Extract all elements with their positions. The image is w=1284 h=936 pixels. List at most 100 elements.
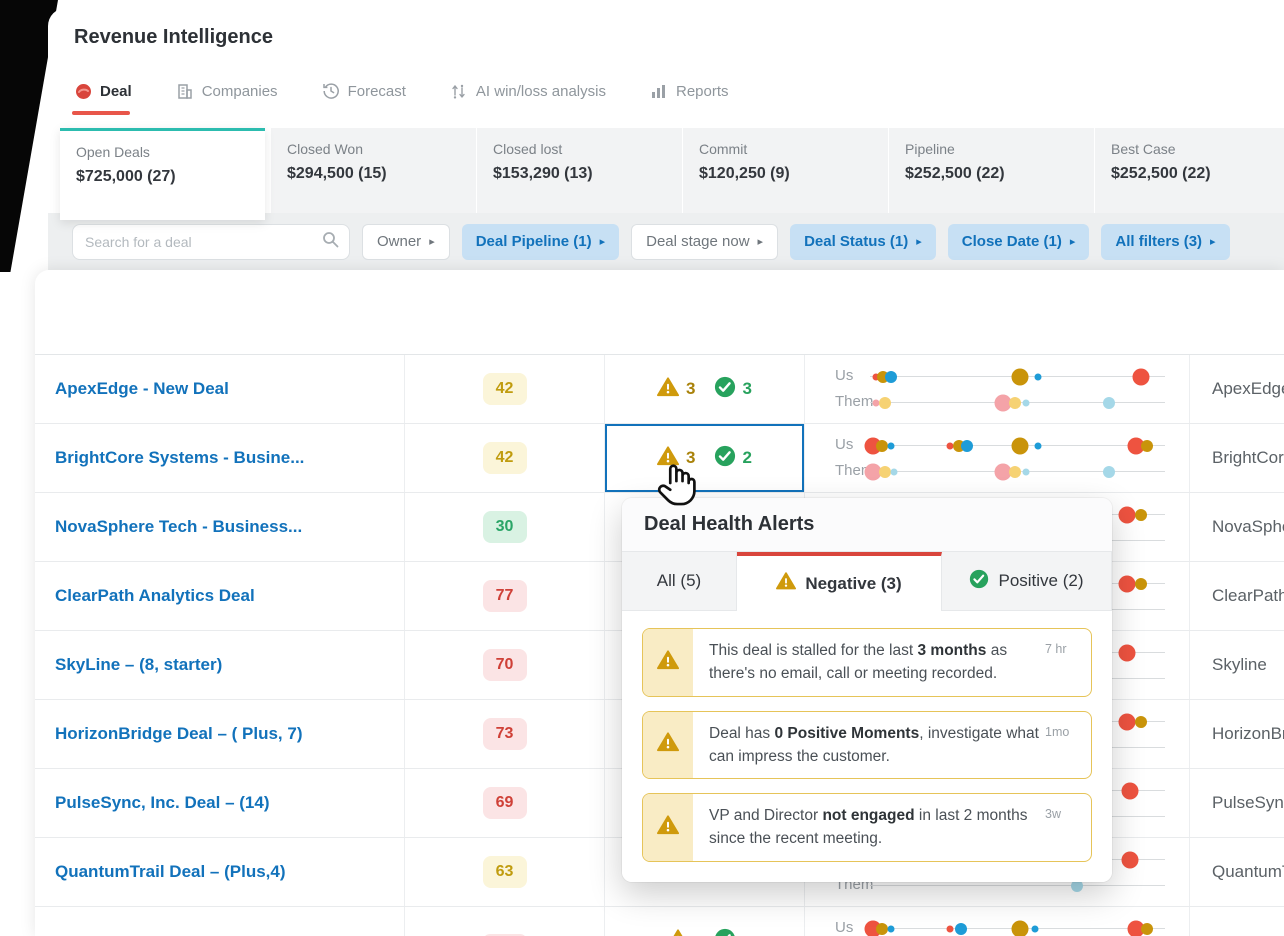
- engagement-dot: [1070, 880, 1083, 892]
- risk-score-badge: 63: [482, 856, 527, 888]
- filter-pill-deal-pipeline-1-[interactable]: Deal Pipeline (1) ▸: [461, 223, 620, 260]
- card-label: Closed Won: [287, 141, 364, 157]
- filter-bar: Owner▸Deal Pipeline (1)▸Deal stage now▸D…: [48, 213, 1284, 270]
- filter-pill-deal-stage-now[interactable]: Deal stage now ▸: [631, 223, 779, 260]
- popup-tabs: All (5) Negative (3) Positive (2): [622, 552, 1112, 611]
- positive-count: 2: [742, 448, 752, 467]
- engagement-dot: [884, 371, 897, 383]
- summary-card-closed-won[interactable]: Closed Won $294,500 (15): [271, 128, 476, 213]
- deal-name-link[interactable]: SkyLine – (8, starter): [35, 655, 222, 675]
- table-row: BrightCore Systems - Busine... 42 3 2 Us Them…: [35, 424, 1284, 493]
- warning-triangle-icon: [657, 649, 679, 676]
- winloss-icon: [450, 82, 468, 100]
- search-input[interactable]: [83, 232, 322, 251]
- popup-tab-positive-2-[interactable]: Positive (2): [942, 552, 1112, 611]
- nav-tab-reports[interactable]: Reports: [650, 82, 729, 100]
- engagement-dot: [1118, 644, 1136, 662]
- engagement-dot: [961, 440, 974, 452]
- table-header-row: [35, 270, 1284, 355]
- warning-triangle-icon: [667, 928, 689, 936]
- risk-score-badge: 73: [482, 718, 527, 750]
- search-icon: [322, 231, 339, 253]
- deal-name-link[interactable]: QuantumTrail Deal – (Plus,4): [35, 862, 286, 882]
- engagement-dot: [1121, 782, 1139, 800]
- alert-timestamp: 7 hr: [1045, 642, 1067, 656]
- nav-tab-label: Reports: [675, 82, 729, 100]
- table-row: UsThem: [35, 907, 1284, 936]
- chevron-right-icon: ▸: [1210, 236, 1216, 248]
- engagement-dot: [887, 925, 895, 933]
- negative-count: 3: [686, 379, 696, 398]
- engagement-dot: [1121, 851, 1139, 869]
- engagement-dot: [875, 923, 888, 935]
- deal-health-cell[interactable]: 33: [657, 376, 752, 403]
- pill-label: Close Date (1): [961, 233, 1062, 250]
- alert-card: Deal has 0 Positive Moments, investigate…: [642, 710, 1092, 779]
- company-name: HorizonBridge: [1212, 724, 1284, 743]
- nav-tab-ai-win-loss-analysis[interactable]: AI win/loss analysis: [450, 82, 606, 100]
- engagement-dot: [878, 397, 891, 409]
- summary-card-commit[interactable]: Commit $120,250 (9): [683, 128, 888, 213]
- pill-label: Owner: [377, 233, 422, 250]
- deal-health-cell[interactable]: 32: [657, 445, 752, 472]
- engagement-dot: [878, 466, 891, 478]
- card-label: Pipeline: [905, 141, 955, 157]
- company-name: ClearPath: [1212, 586, 1284, 605]
- nav-tab-forecast[interactable]: Forecast: [322, 82, 406, 100]
- company-name: QuantumTrail: [1212, 862, 1284, 881]
- risk-score-badge: 70: [482, 649, 527, 681]
- summary-card-pipeline[interactable]: Pipeline $252,500 (22): [889, 128, 1094, 213]
- check-circle-icon: [714, 376, 736, 403]
- engagement-dot: [1008, 466, 1021, 478]
- engagement-dot: [890, 468, 898, 476]
- deal-health-cell[interactable]: [667, 928, 743, 936]
- popup-tab-negative-3-[interactable]: Negative (3): [737, 552, 942, 611]
- filter-pill-close-date-1-[interactable]: Close Date (1) ▸: [947, 223, 1090, 260]
- clock-icon: [322, 82, 340, 100]
- engagement-them-timeline: [870, 880, 1165, 892]
- alert-warning-stripe: [643, 794, 693, 861]
- engagement-cell: UsThem: [805, 355, 1190, 423]
- header-panel: Revenue Intelligence Deal Companies Foreca…: [48, 8, 1284, 270]
- filter-pill-deal-status-1-[interactable]: Deal Status (1) ▸: [790, 223, 936, 260]
- popup-tab-all-5-[interactable]: All (5): [622, 552, 737, 611]
- summary-card-best-case[interactable]: Best Case $252,500 (22): [1095, 128, 1284, 213]
- filter-pill-owner[interactable]: Owner ▸: [362, 223, 450, 260]
- deal-name-link[interactable]: ClearPath Analytics Deal: [35, 586, 255, 606]
- card-value: $252,500 (22): [1111, 165, 1211, 182]
- company-name: BrightCore: [1212, 448, 1284, 467]
- card-label: Best Case: [1111, 141, 1176, 157]
- chevron-right-icon: ▸: [599, 236, 606, 248]
- alert-text: This deal is stalled for the last 3 mont…: [709, 642, 1008, 683]
- card-value: $153,290 (13): [493, 165, 593, 182]
- deal-name-link[interactable]: ApexEdge - New Deal: [35, 379, 229, 399]
- engagement-dot: [1008, 397, 1021, 409]
- table-row: ApexEdge - New Deal 42 3 3 Us Them ApexEdge: [35, 355, 1284, 424]
- nav-tab-companies[interactable]: Companies: [176, 82, 278, 100]
- card-value: $725,000 (27): [76, 168, 176, 185]
- filter-pills: Owner ▸ Deal Pipeline (1) ▸ Deal stage now ▸ D…: [362, 223, 1230, 260]
- summary-card-closed-lost[interactable]: Closed lost $153,290 (13): [477, 128, 682, 213]
- popup-tab-label: All (5): [656, 571, 702, 590]
- filter-pill-all-filters-3-[interactable]: All filters (3) ▸: [1101, 223, 1230, 260]
- nav-tab-deal[interactable]: Deal: [74, 82, 132, 100]
- engagement-them-timeline: [864, 463, 1165, 481]
- engagement-dot: [1135, 578, 1148, 590]
- deal-name-link[interactable]: NovaSphere Tech - Business...: [35, 517, 302, 537]
- bar-chart-icon: [650, 82, 668, 100]
- deal-name-link[interactable]: HorizonBridge Deal – ( Plus, 7): [35, 724, 303, 744]
- main-nav: Deal Companies Forecast AI win/loss analysi…: [74, 82, 729, 100]
- deal-name-link[interactable]: BrightCore Systems - Busine...: [35, 448, 304, 468]
- pill-label: Deal stage now: [646, 233, 750, 250]
- active-tab-underline: [72, 111, 130, 115]
- summary-card-open-deals[interactable]: Open Deals $725,000 (27): [60, 128, 265, 220]
- deal-name-link[interactable]: PulseSync, Inc. Deal – (14): [35, 793, 269, 813]
- popup-tab-label: Positive (2): [998, 571, 1084, 590]
- deal-health-alerts-popup: Deal Health Alerts All (5) Negative (3) Po…: [622, 498, 1112, 882]
- engagement-dot: [1022, 468, 1030, 476]
- company-name: NovaSphere: [1212, 517, 1284, 536]
- engagement-dot: [1011, 437, 1029, 455]
- engagement-us-timeline: [864, 437, 1165, 455]
- card-label: Commit: [699, 141, 748, 157]
- deal-logo-icon: [74, 82, 92, 100]
